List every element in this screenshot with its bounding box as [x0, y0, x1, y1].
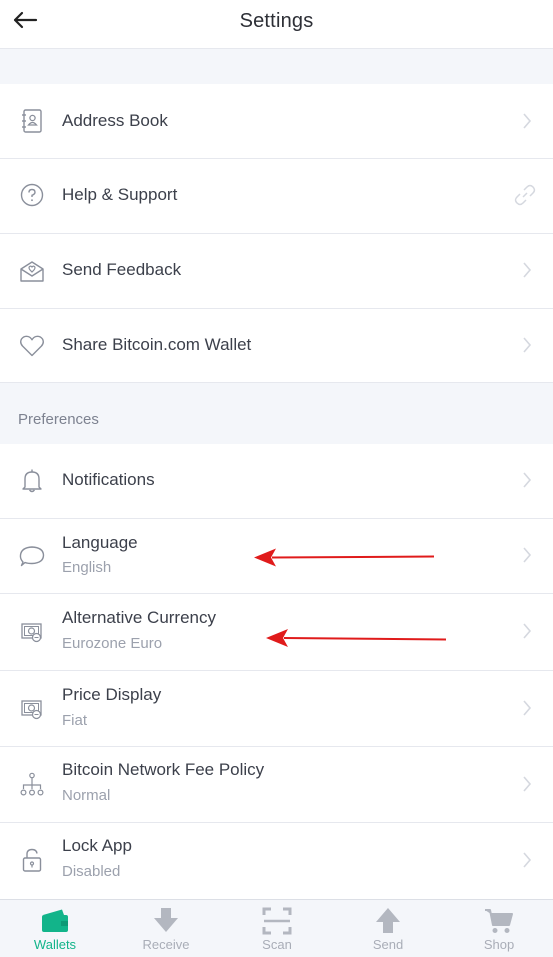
language-label: Language: [62, 533, 138, 552]
chevron-right-icon: [519, 774, 535, 794]
chevron-right-icon: [519, 260, 535, 280]
price-display-label: Price Display: [62, 685, 162, 704]
chevron-right-icon: [519, 111, 535, 131]
page-title: Settings: [239, 10, 314, 32]
preferences-heading: Preferences: [18, 411, 99, 428]
tab-receive[interactable]: Receive: [111, 900, 221, 957]
fee-policy-label: Bitcoin Network Fee Policy: [62, 760, 265, 779]
chat-bubble-icon: [18, 542, 46, 570]
price-display-icon: [18, 695, 46, 723]
tab-receive-label: Receive: [142, 937, 190, 952]
alternative-currency-row[interactable]: Alternative Currency Eurozone Euro: [0, 594, 553, 671]
alternative-currency-value: Eurozone Euro: [62, 635, 163, 652]
chevron-right-icon: [519, 621, 535, 641]
wallet-icon: [0, 907, 110, 935]
currency-icon: [18, 618, 46, 646]
tab-shop-label: Shop: [483, 937, 515, 952]
fee-policy-value: Normal: [62, 787, 111, 804]
network-icon: [18, 771, 46, 799]
tab-wallets-label: Wallets: [33, 937, 77, 952]
header-bar: Settings: [0, 0, 553, 49]
bell-icon: [18, 467, 46, 495]
tab-scan-label: Scan: [262, 937, 292, 952]
tab-wallets[interactable]: Wallets: [0, 900, 110, 957]
heart-icon: [18, 332, 46, 360]
language-row[interactable]: Language English: [0, 519, 553, 594]
lock-app-value: Disabled: [62, 863, 121, 880]
tab-send-label: Send: [372, 937, 404, 952]
scan-icon: [222, 907, 332, 935]
price-display-row[interactable]: Price Display Fiat: [0, 671, 553, 747]
lock-app-row[interactable]: Lock App Disabled: [0, 823, 553, 899]
section-spacer: [0, 50, 553, 84]
lock-app-label: Lock App: [62, 836, 132, 855]
link-icon: [513, 184, 537, 206]
address-book-row[interactable]: Address Book: [0, 84, 553, 159]
share-wallet-label: Share Bitcoin.com Wallet: [62, 335, 252, 354]
language-value: English: [62, 559, 112, 576]
chevron-right-icon: [519, 470, 535, 490]
address-book-label: Address Book: [62, 111, 168, 130]
send-icon: [333, 907, 443, 935]
receive-icon: [111, 907, 221, 935]
notifications-row[interactable]: Notifications: [0, 444, 553, 519]
notifications-label: Notifications: [62, 470, 155, 489]
address-book-icon: [18, 107, 46, 135]
tab-send[interactable]: Send: [333, 900, 443, 957]
chevron-right-icon: [519, 335, 535, 355]
fee-policy-row[interactable]: Bitcoin Network Fee Policy Normal: [0, 747, 553, 823]
tab-scan[interactable]: Scan: [222, 900, 332, 957]
alternative-currency-label: Alternative Currency: [62, 608, 217, 627]
feedback-icon: [18, 257, 46, 285]
help-icon: [18, 181, 46, 209]
price-display-value: Fiat: [62, 712, 88, 729]
send-feedback-row[interactable]: Send Feedback: [0, 234, 553, 309]
help-support-label: Help & Support: [62, 185, 178, 204]
lock-icon: [18, 846, 46, 874]
chevron-right-icon: [519, 698, 535, 718]
chevron-right-icon: [519, 545, 535, 565]
help-support-row[interactable]: Help & Support: [0, 159, 553, 234]
cart-icon: [444, 907, 553, 935]
share-wallet-row[interactable]: Share Bitcoin.com Wallet: [0, 309, 553, 383]
bottom-tab-bar: Wallets Receive Scan Send Shop: [0, 899, 553, 957]
chevron-right-icon: [519, 850, 535, 870]
send-feedback-label: Send Feedback: [62, 260, 182, 279]
tab-shop[interactable]: Shop: [444, 900, 553, 957]
